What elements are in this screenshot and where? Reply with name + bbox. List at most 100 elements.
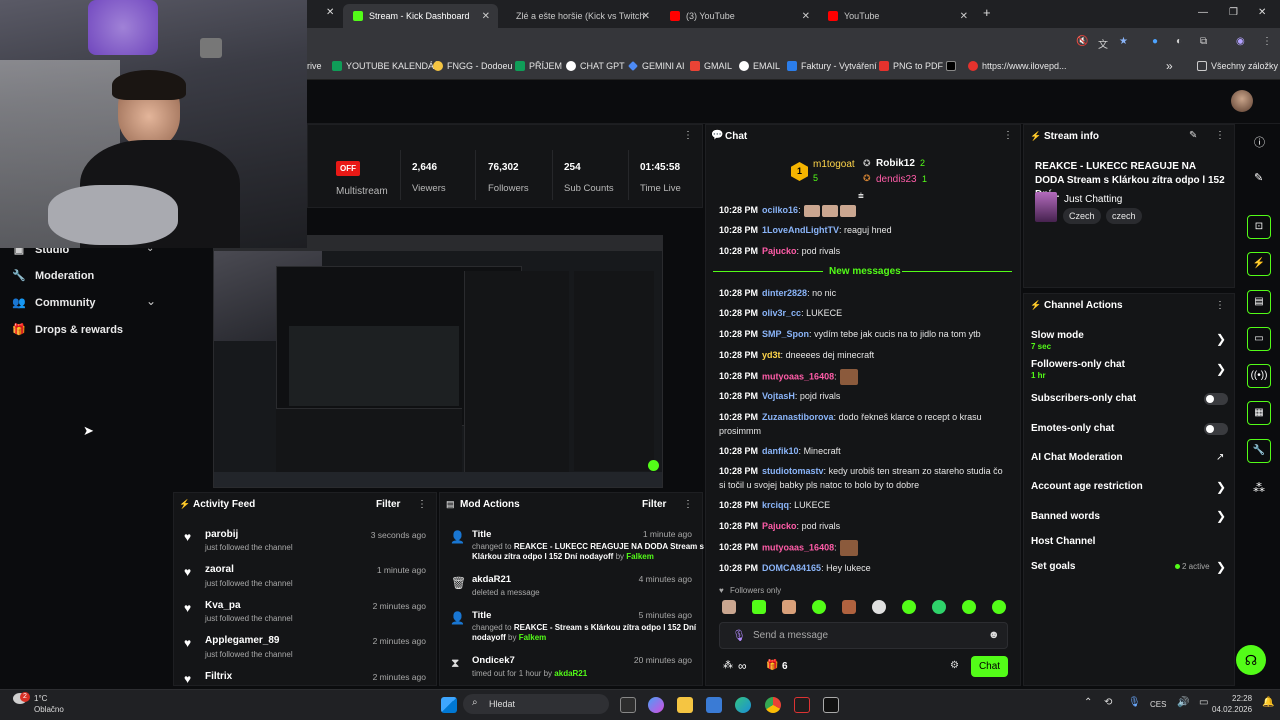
emotes-only-toggle[interactable] [1204,423,1228,435]
bookmark-gmail[interactable]: GMAIL [690,61,732,71]
emote-icon[interactable] [812,600,826,614]
tag-chip[interactable]: czech [1106,208,1142,224]
emote-icon[interactable] [842,600,856,614]
mod-filter-button[interactable]: Filter [642,499,666,510]
epic-games-icon[interactable] [823,697,839,713]
copilot-icon[interactable] [648,697,664,713]
tab-youtube-3[interactable]: (3) YouTube ✕ [660,4,818,28]
avatar[interactable] [1231,90,1253,112]
chevron-right-icon[interactable]: ❯ [1216,362,1226,376]
language-indicator[interactable]: CES [1150,700,1166,709]
emote-icon[interactable] [872,600,886,614]
bookmarks-overflow-button[interactable]: » [1166,59,1173,73]
bookmark-prijem[interactable]: PŘÍJEM [515,61,562,71]
mic-icon[interactable]: 🎙 [732,629,746,642]
kebab-icon[interactable]: ⋮ [683,130,693,141]
bookmark-faktury[interactable]: Faktury - Vytváření [787,61,877,71]
star-icon[interactable]: ★ [1119,36,1128,47]
mic-tray-icon[interactable]: 🎙 [1128,697,1141,708]
new-tab-button[interactable]: + [983,5,991,20]
sidebar-item-moderation[interactable]: 🔧 Moderation [12,269,94,283]
ai-moderation-label[interactable]: AI Chat Moderation [1031,452,1123,463]
extension-icon[interactable]: ● [1152,36,1158,47]
top-gifter-name[interactable]: m1togoat [813,159,855,170]
maximize-icon[interactable]: ❐ [1229,7,1238,18]
task-view-icon[interactable] [620,697,636,713]
rail-button-layout[interactable]: ▦ [1247,401,1271,425]
bookmark-youtube-kalendar[interactable]: YOUTUBE KALENDÁŘ [332,61,441,71]
chevron-down-icon[interactable]: ⌄ [146,294,156,308]
kebab-icon[interactable]: ⋮ [1215,300,1225,311]
followers-only-label[interactable]: Followers-only chat [1031,359,1125,370]
emote-icon[interactable] [722,600,736,614]
top-gifter-name[interactable]: dendis23 [876,174,917,185]
network-tray-icon[interactable]: ⟲ [1104,697,1112,708]
bookmark-png-to-pdf[interactable]: PNG to PDF [879,61,943,71]
mute-icon[interactable]: 🔇 [1076,36,1088,47]
menu-icon[interactable]: ⋮ [1262,36,1272,47]
activity-name[interactable]: Kva_pa [205,600,241,611]
external-link-icon[interactable]: ↗ [1216,452,1224,463]
capcut-icon[interactable] [794,697,810,713]
sidebar-item-community[interactable]: 👥 Community [12,296,95,310]
banned-words-label[interactable]: Banned words [1031,511,1100,522]
close-window-icon[interactable]: ✕ [1258,7,1266,18]
points-icon[interactable]: ⁂ [1253,481,1265,495]
activity-filter-button[interactable]: Filter [376,499,400,510]
tab-video[interactable]: Zlé a ešte horšie (Kick vs Twitch ✕ [500,4,658,28]
store-icon[interactable] [706,697,722,713]
bookmark-ilovepdf[interactable] [946,61,960,71]
rail-button-wrench[interactable]: 🔧 [1247,439,1271,463]
tab-youtube[interactable]: YouTube ✕ [818,4,976,28]
kebab-icon[interactable]: ⋮ [683,499,693,510]
tab-kick-dashboard[interactable]: Stream - Kick Dashboard ✕ [343,4,498,28]
close-icon[interactable]: ✕ [802,11,810,22]
points-icon[interactable]: ⁂ [723,660,733,671]
windows-start-icon[interactable] [441,697,457,713]
emote-icon[interactable] [992,600,1006,614]
pencil-icon[interactable]: ✎ [1189,130,1197,141]
bookmark-fngg[interactable]: FNGG - Dodoeu [433,61,513,71]
speaker-icon[interactable]: 🔊 [1177,697,1189,708]
emote-icon[interactable] [932,600,946,614]
rail-button-broadcast[interactable]: ((•)) [1247,364,1271,388]
rail-button-chat[interactable]: ▭ [1247,327,1271,351]
tag-chip[interactable]: Czech [1063,208,1101,224]
chevron-up-icon[interactable]: ⌃ [1084,697,1092,708]
close-icon[interactable]: ✕ [482,11,490,22]
puzzle-icon[interactable]: ⧉ [1200,36,1207,47]
stream-preview[interactable] [213,235,663,488]
collapse-icon[interactable]: ⩧ [858,191,864,202]
chrome-icon[interactable] [765,697,781,713]
taskbar-search[interactable]: ⌕ Hledat [463,694,609,714]
pencil-icon[interactable]: ✎ [1254,171,1263,184]
emoji-icon[interactable]: ☻ [988,629,1000,641]
emote-icon[interactable] [902,600,916,614]
account-age-label[interactable]: Account age restriction [1031,481,1143,492]
bookmark-email[interactable]: EMAIL [739,61,780,71]
chevron-right-icon[interactable]: ❯ [1216,332,1226,346]
rail-button-crop[interactable]: ⊡ [1247,215,1271,239]
activity-name[interactable]: zaoral [205,564,234,575]
close-icon[interactable]: ✕ [960,11,968,22]
translate-icon[interactable]: 文 [1098,36,1108,51]
all-bookmarks[interactable]: Všechny záložky [1197,61,1278,71]
close-icon[interactable]: ✕ [642,11,650,22]
sidebar-item-drops-rewards[interactable]: 🎁 Drops & rewards [12,323,123,337]
category-thumbnail[interactable] [1035,192,1057,222]
chat-input[interactable]: 🎙 Send a message ☻ [719,622,1008,649]
gift-icon[interactable]: 🎁 [766,660,778,671]
rail-button-document[interactable]: ▤ [1247,290,1271,314]
host-channel-label[interactable]: Host Channel [1031,536,1095,547]
folder-icon[interactable] [677,697,693,713]
chevron-right-icon[interactable]: ❯ [1216,480,1226,494]
category-name[interactable]: Just Chatting [1064,194,1122,205]
kebab-icon[interactable]: ⋮ [1215,130,1225,141]
bookmark-gemini[interactable]: GEMINI AI [628,61,685,71]
emote-icon[interactable] [962,600,976,614]
bookmark-ilovepdf-link[interactable]: https://www.ilovepd... [968,61,1067,71]
bookmark-chatgpt[interactable]: CHAT GPT [566,61,625,71]
gear-icon[interactable]: ⚙ [950,660,959,671]
kebab-icon[interactable]: ⋮ [417,499,427,510]
rail-button-bolt[interactable]: ⚡ [1247,252,1271,276]
